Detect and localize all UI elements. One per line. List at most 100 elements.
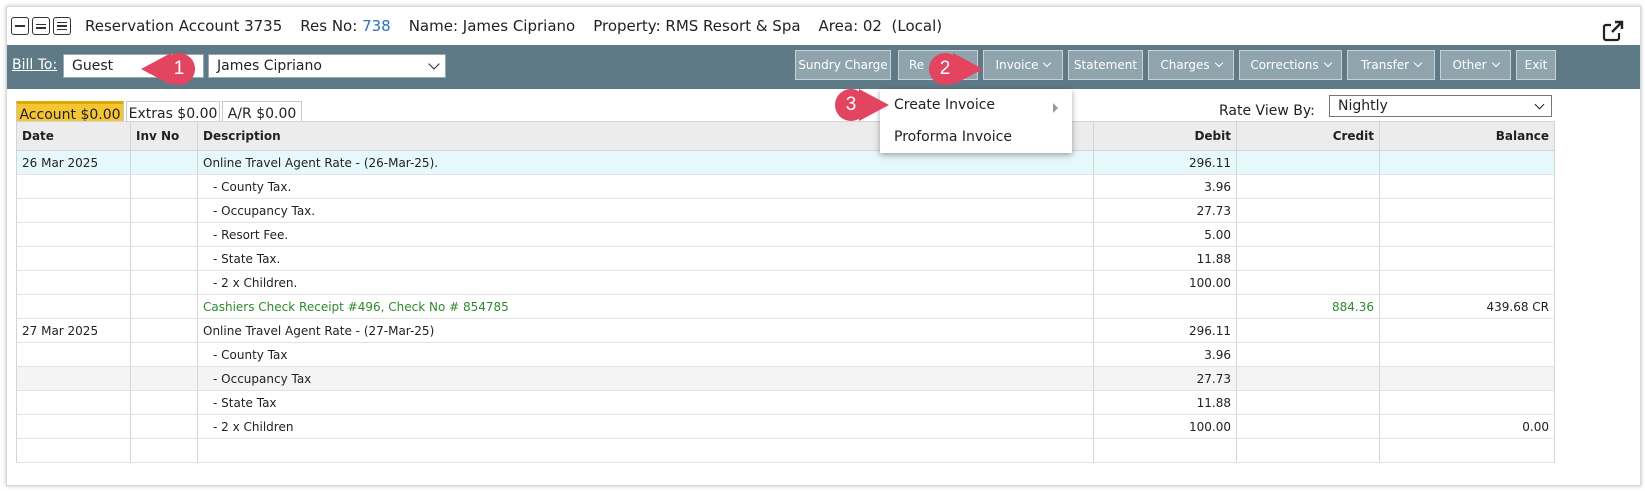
transfer-label: Transfer [1360, 58, 1410, 72]
bill-to-name-value: James Cipriano [217, 58, 322, 74]
exit-label: Exit [1524, 58, 1548, 72]
col-date[interactable]: Date [16, 121, 131, 151]
row-description: Online Travel Agent Rate - (26-Mar-25). [197, 150, 1094, 175]
bill-to-name-select[interactable]: James Cipriano [208, 54, 446, 78]
exit-button[interactable]: Exit [1516, 50, 1556, 80]
row-inv-no [130, 438, 198, 463]
row-description: - 2 x Children [197, 414, 1094, 439]
table-row[interactable]: - County Tax. 3.96 [16, 174, 1555, 199]
step-number: 2 [929, 53, 961, 85]
step-marker-1: 1 [141, 53, 219, 85]
table-row[interactable]: - State Tax. 11.88 [16, 246, 1555, 271]
transfer-button[interactable]: Transfer [1347, 50, 1435, 80]
table-row[interactable]: - 2 x Children 100.00 0.00 [16, 414, 1555, 439]
row-debit: 27.73 [1093, 198, 1237, 223]
row-date [16, 438, 131, 463]
row-date: 26 Mar 2025 [16, 150, 131, 175]
row-description: - Occupancy Tax. [197, 198, 1094, 223]
row-inv-no [130, 174, 198, 199]
charges-button[interactable]: Charges [1148, 50, 1234, 80]
corrections-button[interactable]: Corrections [1239, 50, 1342, 80]
step-marker-2: 2 [929, 53, 985, 85]
row-balance [1379, 174, 1555, 199]
col-balance[interactable]: Balance [1379, 121, 1555, 151]
table-row[interactable]: - 2 x Children. 100.00 [16, 270, 1555, 295]
row-inv-no [130, 246, 198, 271]
res-no-link[interactable]: 738 [362, 17, 391, 35]
row-inv-no [130, 222, 198, 247]
row-balance [1379, 222, 1555, 247]
bill-to-type-value: Guest [72, 58, 114, 74]
medium-view-icon[interactable] [32, 17, 50, 35]
chevron-down-icon [428, 58, 440, 70]
chevron-down-icon [1534, 99, 1545, 110]
row-balance [1379, 150, 1555, 175]
row-credit [1236, 150, 1380, 175]
row-balance [1379, 366, 1555, 391]
table-row[interactable]: - State Tax 11.88 [16, 390, 1555, 415]
row-inv-no [130, 366, 198, 391]
table-row[interactable]: 27 Mar 2025 Online Travel Agent Rate - (… [16, 318, 1555, 343]
statement-button[interactable]: Statement [1068, 50, 1143, 80]
row-credit [1236, 414, 1380, 439]
expanded-view-icon[interactable] [53, 17, 71, 35]
row-credit: 884.36 [1236, 294, 1380, 319]
res-no-label: Res No: [300, 17, 358, 35]
row-description: - State Tax. [197, 246, 1094, 271]
rate-view-select[interactable]: Nightly [1329, 95, 1552, 117]
row-credit [1236, 366, 1380, 391]
row-description: - Occupancy Tax [197, 366, 1094, 391]
row-inv-no [130, 318, 198, 343]
table-row[interactable]: - Occupancy Tax. 27.73 [16, 198, 1555, 223]
table-row[interactable]: Cashiers Check Receipt #496, Check No # … [16, 294, 1555, 319]
invoice-button[interactable]: Invoice [983, 50, 1063, 80]
row-inv-no [130, 150, 198, 175]
reservation-number: Res No: 738 [300, 17, 390, 35]
row-credit [1236, 270, 1380, 295]
row-date [16, 390, 131, 415]
sundry-charge-button[interactable]: Sundry Charge [795, 50, 891, 80]
row-debit: 27.73 [1093, 366, 1237, 391]
area-local: (Local) [891, 17, 943, 35]
row-balance [1379, 342, 1555, 367]
row-description [197, 438, 1094, 463]
receipt-label: Re [909, 58, 925, 72]
col-debit[interactable]: Debit [1093, 121, 1237, 151]
other-label: Other [1452, 58, 1487, 72]
row-debit [1093, 438, 1237, 463]
row-credit [1236, 342, 1380, 367]
collapse-view-icon[interactable] [11, 17, 29, 35]
other-button[interactable]: Other [1440, 50, 1511, 80]
row-date [16, 342, 131, 367]
row-balance: 0.00 [1379, 414, 1555, 439]
row-credit [1236, 174, 1380, 199]
popout-window-icon[interactable] [1602, 20, 1624, 42]
chevron-down-icon [1323, 58, 1332, 68]
rate-view-label: Rate View By: [1219, 103, 1315, 119]
row-inv-no [130, 342, 198, 367]
row-credit [1236, 438, 1380, 463]
row-debit: 3.96 [1093, 174, 1237, 199]
table-row[interactable]: - Resort Fee. 5.00 [16, 222, 1555, 247]
view-toggle-group [11, 17, 71, 35]
row-date [16, 270, 131, 295]
create-invoice-menu-item[interactable]: Create Invoice [894, 97, 995, 113]
submenu-arrow-icon [1053, 103, 1058, 113]
invoice-label: Invoice [995, 58, 1039, 72]
row-debit: 296.11 [1093, 318, 1237, 343]
row-date [16, 366, 131, 391]
col-credit[interactable]: Credit [1236, 121, 1380, 151]
table-row[interactable]: - County Tax 3.96 [16, 342, 1555, 367]
row-debit: 11.88 [1093, 246, 1237, 271]
bill-to-link[interactable]: Bill To: [12, 57, 57, 73]
proforma-invoice-menu-item[interactable]: Proforma Invoice [894, 129, 1012, 145]
step-marker-3: 3 [835, 89, 891, 121]
col-inv-no[interactable]: Inv No [130, 121, 198, 151]
table-row[interactable]: - Occupancy Tax 27.73 [16, 366, 1555, 391]
table-row[interactable] [16, 438, 1555, 463]
row-description: - Resort Fee. [197, 222, 1094, 247]
table-row[interactable]: 26 Mar 2025 Online Travel Agent Rate - (… [16, 150, 1555, 175]
row-description: - State Tax [197, 390, 1094, 415]
chevron-down-icon [1043, 58, 1052, 68]
step-number: 1 [163, 53, 195, 85]
